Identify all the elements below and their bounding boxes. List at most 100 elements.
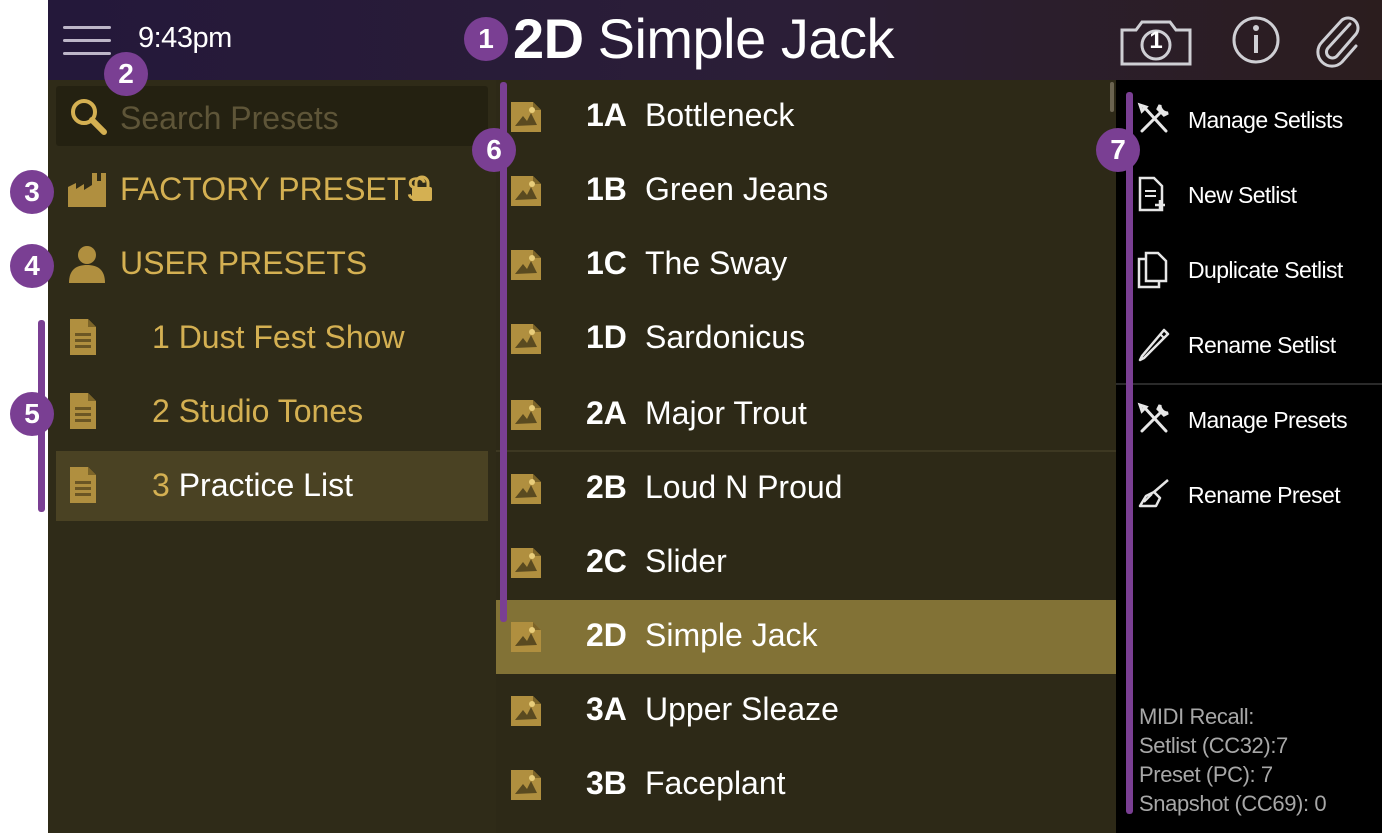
rename-setlist-button[interactable]: Rename Setlist <box>1116 308 1382 378</box>
page-title: 2D Simple Jack <box>513 6 894 72</box>
setlist-name: Dust Fest Show <box>178 319 405 355</box>
setlist-item-selected[interactable]: 3 Practice List <box>56 451 488 521</box>
preset-id: 3B <box>586 765 627 801</box>
setlist-name: Practice List <box>178 467 353 503</box>
preset-id: 1D <box>586 319 627 355</box>
setlist-sidebar: Search Presets FACTORY PRESETS USER PRES… <box>48 80 496 833</box>
preset-icon <box>508 172 544 213</box>
top-bar: 9:43pm 2D Simple Jack 1 <box>48 0 1382 80</box>
midi-setlist-value: Setlist (CC32):7 <box>1139 733 1288 758</box>
document-icon <box>66 391 100 436</box>
callout-badge: 5 <box>10 392 54 436</box>
duplicate-setlist-label: Duplicate Setlist <box>1188 257 1343 283</box>
preset-id: 1B <box>586 171 627 207</box>
preset-id: 2D <box>586 617 627 653</box>
app-window: 9:43pm 2D Simple Jack 1 Search Presets F… <box>48 0 1382 833</box>
preset-list: 1A Bottleneck 1B Green Jeans 1C The Sway 1D Sar… <box>496 80 1116 833</box>
rename-preset-button[interactable]: Rename Preset <box>1116 458 1382 528</box>
preset-name: Simple Jack <box>645 617 818 653</box>
duplicate-icon <box>1136 251 1168 294</box>
hamburger-menu-icon[interactable] <box>63 20 111 60</box>
current-preset-name: Simple Jack <box>597 7 895 70</box>
preset-row[interactable]: 3B Faceplant <box>496 748 1116 822</box>
rename-preset-label: Rename Preset <box>1188 482 1341 508</box>
pencil-icon <box>1136 326 1172 367</box>
callout-badge: 7 <box>1096 128 1140 172</box>
preset-name: Sardonicus <box>645 319 806 355</box>
preset-row[interactable]: 1C The Sway <box>496 228 1116 302</box>
preset-row[interactable]: 2C Slider <box>496 526 1116 600</box>
callout-badge: 6 <box>472 128 516 172</box>
callout-badge: 2 <box>104 52 148 96</box>
preset-name: Slider <box>645 543 727 579</box>
actions-panel: Manage Setlists New Setlist Duplicate Se… <box>1116 80 1382 833</box>
rename-setlist-label: Rename Setlist <box>1188 332 1336 358</box>
preset-row[interactable]: 2A Major Trout <box>496 378 1116 452</box>
preset-row[interactable]: 1B Green Jeans <box>496 154 1116 228</box>
preset-name: Upper Sleaze <box>645 691 839 727</box>
callout-bracket-actions <box>1126 92 1133 814</box>
snapshot-camera-icon[interactable]: 1 <box>1116 12 1196 68</box>
manage-setlists-button[interactable]: Manage Setlists <box>1116 83 1382 153</box>
manage-setlists-label: Manage Setlists <box>1188 107 1343 133</box>
preset-row[interactable]: 1A Bottleneck <box>496 80 1116 154</box>
preset-icon <box>508 544 544 585</box>
document-icon <box>66 465 100 510</box>
paperclip-icon[interactable] <box>1310 12 1366 68</box>
preset-icon <box>508 98 544 139</box>
preset-id: 2B <box>586 469 627 505</box>
preset-icon <box>508 396 544 437</box>
setlist-item[interactable]: 2 Studio Tones <box>56 377 488 447</box>
midi-snapshot-value: Snapshot (CC69): 0 <box>1139 791 1327 816</box>
info-icon[interactable] <box>1228 12 1284 68</box>
midi-recall-info: MIDI Recall: Setlist (CC32):7 Preset (PC… <box>1139 702 1327 818</box>
setlist-item[interactable]: 1 Dust Fest Show <box>56 303 488 373</box>
new-document-icon <box>1136 176 1168 217</box>
user-icon <box>66 243 108 290</box>
midi-preset-value: Preset (PC): 7 <box>1139 762 1273 787</box>
duplicate-setlist-button[interactable]: Duplicate Setlist <box>1116 233 1382 303</box>
factory-icon <box>66 169 108 214</box>
preset-name: Green Jeans <box>645 171 829 207</box>
new-setlist-label: New Setlist <box>1188 182 1297 208</box>
factory-presets-label: FACTORY PRESETS <box>120 171 428 207</box>
preset-icon <box>508 766 544 807</box>
setlist-number: 2 <box>152 393 170 429</box>
new-setlist-button[interactable]: New Setlist <box>1116 158 1382 228</box>
preset-list-scrollbar[interactable] <box>1110 82 1114 112</box>
preset-id: 1A <box>586 97 627 133</box>
preset-row[interactable]: 2B Loud N Proud <box>496 452 1116 526</box>
preset-id: 2C <box>586 543 627 579</box>
preset-id: 3A <box>586 691 627 727</box>
setlist-number: 3 <box>152 467 170 503</box>
preset-name: Major Trout <box>645 395 807 431</box>
lock-icon <box>410 175 434 208</box>
preset-icon <box>508 246 544 287</box>
preset-row-selected[interactable]: 2D Simple Jack <box>496 600 1116 674</box>
setlist-name: Studio Tones <box>178 393 364 429</box>
callout-badge: 3 <box>10 170 54 214</box>
preset-icon <box>508 692 544 733</box>
preset-icon <box>508 470 544 511</box>
preset-row[interactable]: 1D Sardonicus <box>496 302 1116 376</box>
user-presets-label: USER PRESETS <box>120 245 368 281</box>
preset-name: Faceplant <box>645 765 786 801</box>
tools-icon <box>1136 101 1172 142</box>
search-placeholder: Search Presets <box>120 100 339 136</box>
search-icon <box>68 96 108 141</box>
callout-badge: 1 <box>464 17 508 61</box>
preset-name: Bottleneck <box>645 97 795 133</box>
preset-id: 1C <box>586 245 627 281</box>
current-preset-id: 2D <box>513 7 584 70</box>
manage-presets-button[interactable]: Manage Presets <box>1116 383 1382 453</box>
preset-icon <box>508 618 544 659</box>
preset-name: Loud N Proud <box>645 469 843 505</box>
callout-badge: 4 <box>10 244 54 288</box>
user-presets-item[interactable]: USER PRESETS <box>56 229 488 299</box>
clock: 9:43pm <box>138 22 232 54</box>
preset-row[interactable]: 3A Upper Sleaze <box>496 674 1116 748</box>
tools-icon <box>1136 401 1172 442</box>
setlist-number: 1 <box>152 319 170 355</box>
factory-presets-item[interactable]: FACTORY PRESETS <box>56 155 488 225</box>
preset-icon <box>508 320 544 361</box>
